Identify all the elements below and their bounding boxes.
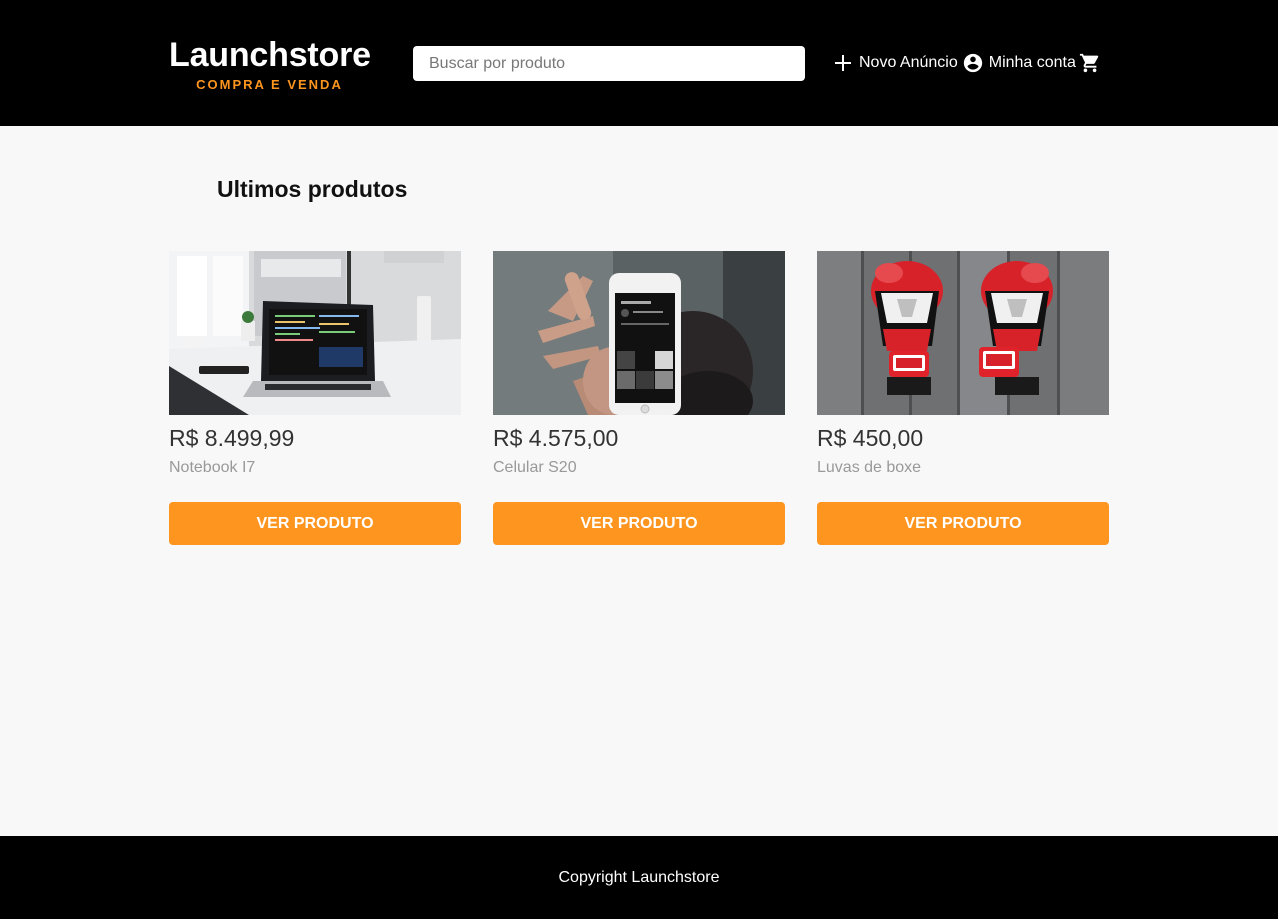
search-input[interactable] bbox=[413, 46, 805, 81]
product-price: R$ 450,00 bbox=[817, 425, 924, 451]
new-ad-label: Novo Anúncio bbox=[859, 54, 958, 71]
account-label: Minha conta bbox=[988, 54, 1076, 71]
view-product-button[interactable]: Ver produto bbox=[169, 502, 461, 545]
account-link[interactable]: Minha conta bbox=[962, 52, 1076, 74]
logo-title: Launchstore bbox=[169, 36, 371, 74]
boxing-gloves-photo[interactable] bbox=[817, 251, 1109, 415]
laptop-photo[interactable] bbox=[169, 251, 461, 415]
view-product-button[interactable]: Ver produto bbox=[493, 502, 785, 545]
shopping-cart-icon bbox=[1079, 52, 1101, 74]
new-ad-link[interactable]: Novo Anúncio bbox=[832, 52, 958, 74]
phone-photo[interactable] bbox=[493, 251, 785, 415]
product-price: R$ 8.499,99 bbox=[169, 425, 295, 451]
logo[interactable]: Launchstore COMPRA E VENDA bbox=[169, 36, 371, 94]
product-price: R$ 4.575,00 bbox=[493, 425, 619, 451]
product-name: Luvas de boxe bbox=[817, 459, 922, 476]
product-card: R$ 4.575,00 Celular S20 Ver produto bbox=[493, 251, 785, 545]
product-card: R$ 450,00 Luvas de boxe Ver produto bbox=[817, 251, 1109, 545]
copyright-text: Copyright Launchstore bbox=[558, 868, 720, 886]
header-nav: Novo Anúncio Minha conta bbox=[832, 49, 1101, 77]
product-name: Celular S20 bbox=[493, 459, 577, 476]
site-footer: Copyright Launchstore bbox=[0, 836, 1278, 919]
view-product-button[interactable]: Ver produto bbox=[817, 502, 1109, 545]
site-header: Launchstore COMPRA E VENDA Novo Anúncio … bbox=[0, 0, 1278, 126]
account-circle-icon bbox=[962, 52, 984, 74]
product-card: R$ 8.499,99 Notebook I7 Ver produto bbox=[169, 251, 461, 545]
product-name: Notebook I7 bbox=[169, 459, 256, 476]
plus-icon bbox=[832, 52, 854, 74]
section-title: Ultimos produtos bbox=[217, 176, 408, 202]
logo-subtitle: COMPRA E VENDA bbox=[196, 77, 343, 92]
cart-button[interactable] bbox=[1079, 52, 1101, 74]
